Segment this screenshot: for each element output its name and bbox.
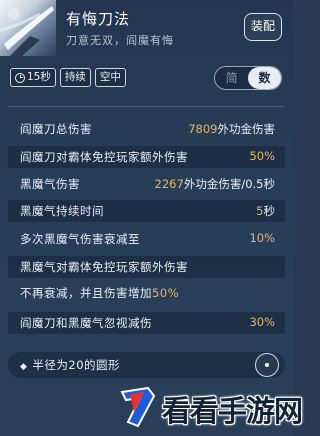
clock-icon <box>15 72 25 83</box>
duration-tag: 持续 <box>59 68 91 87</box>
stat-value: 30% <box>249 315 275 329</box>
stat-value: 7809外功金伤害 <box>188 122 275 136</box>
stat-label: 黑魔气持续时间 <box>20 204 104 218</box>
airborne-tag: 空中 <box>94 68 126 87</box>
stat-row: 多次黑魔气伤害衰减至 10% <box>8 228 285 250</box>
toggle-detail[interactable]: 数 <box>248 67 281 89</box>
stat-value: 10% <box>249 231 275 245</box>
stat-value: 50% <box>249 149 275 163</box>
area-preview-button[interactable] <box>255 353 279 377</box>
skill-header: 有悔刀法 刀意无双，阎魔有悔 装配 <box>0 0 293 56</box>
stat-label: 多次黑魔气伤害衰减至 <box>20 232 140 246</box>
stat-row: 阎魔刀总伤害 7809外功金伤害 <box>8 118 285 140</box>
stat-label: 阎魔刀和黑魔气忽视减伤 <box>20 316 152 330</box>
skill-sword-icon <box>0 0 56 56</box>
watermark-logo-icon <box>120 386 156 428</box>
stat-row: 阎魔刀和黑魔气忽视减伤 30% <box>8 312 285 334</box>
stat-label: 阎魔刀总伤害 <box>20 122 92 136</box>
stat-label: 黑魔气伤害 <box>20 177 80 191</box>
stat-row: 黑魔气持续时间 5秒 <box>8 200 285 222</box>
skill-title: 有悔刀法 <box>66 10 131 28</box>
cooldown-tag: 15秒 <box>10 68 56 87</box>
stat-value: 5秒 <box>256 204 275 218</box>
view-mode-toggle[interactable]: 简 数 <box>214 66 282 90</box>
equip-button[interactable]: 装配 <box>244 13 282 41</box>
toggle-simple[interactable]: 简 <box>215 67 248 89</box>
area-shape-row: ◆ 半径为20的圆形 <box>8 352 285 378</box>
area-shape-label: 半径为20的圆形 <box>32 358 121 372</box>
cooldown-label: 15秒 <box>27 71 51 83</box>
divider <box>8 106 285 107</box>
stat-label: 黑魔气对霸体免控玩家额外伤害 <box>20 260 188 274</box>
stat-value: 2267外功金伤害/0.5秒 <box>154 177 275 191</box>
skill-detail-card: 有悔刀法 刀意无双，阎魔有悔 装配 15秒 持续 空中 简 数 阎魔刀总伤害 7… <box>0 0 303 436</box>
stat-row: 黑魔气对霸体免控玩家额外伤害 <box>8 256 285 278</box>
skill-subtitle: 刀意无双，阎魔有悔 <box>66 34 174 47</box>
stat-note: 不再衰减，并且伤害增加50% <box>20 286 180 300</box>
watermark: 看看手游网 <box>118 384 303 432</box>
stat-label: 阎魔刀对霸体免控玩家额外伤害 <box>20 150 188 164</box>
skill-tags: 15秒 持续 空中 <box>10 68 126 88</box>
diamond-bullet-icon: ◆ <box>20 362 28 372</box>
stat-row: 黑魔气伤害 2267外功金伤害/0.5秒 <box>8 173 285 195</box>
watermark-text: 看看手游网 <box>162 394 303 428</box>
stat-row: 阎魔刀对霸体免控玩家额外伤害 50% <box>8 146 285 168</box>
